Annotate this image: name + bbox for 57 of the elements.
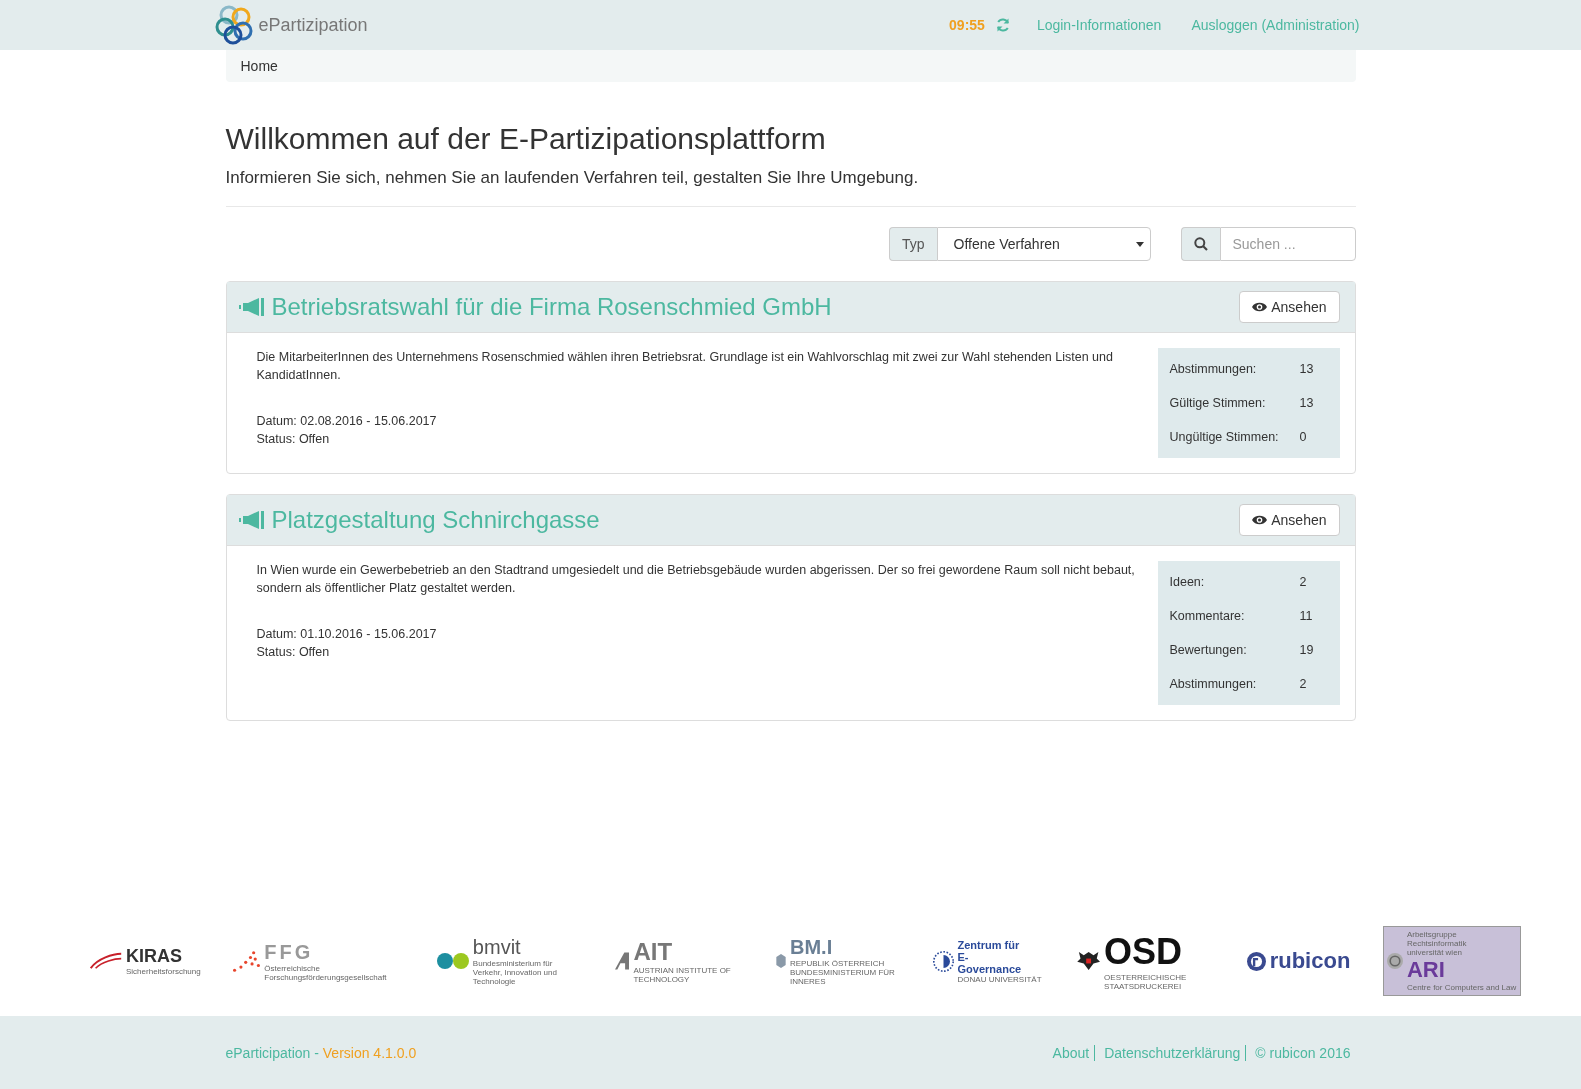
circles-logo-icon xyxy=(214,5,255,45)
emblem-icon xyxy=(615,952,630,970)
page-title: Willkommen auf der E-Partizipationsplattform xyxy=(225,122,827,156)
brand-link[interactable]: ePartizipation xyxy=(258,14,368,36)
partner-logo[interactable]: rubicon xyxy=(1246,948,1351,974)
eye-icon xyxy=(1252,515,1268,525)
emblem-icon xyxy=(436,953,469,969)
emblem-icon xyxy=(90,952,122,970)
partner-logo[interactable]: bmvit Bundesministerium für Verkehr, Innovation und Technologie xyxy=(436,936,583,986)
stat-value: 2 xyxy=(1299,677,1308,691)
stat-label: Ideen: xyxy=(1169,575,1205,589)
stat-label: Abstimmungen: xyxy=(1169,677,1257,691)
stat-label: Abstimmungen: xyxy=(1169,362,1257,376)
search-icon xyxy=(1193,237,1208,251)
stat-value: 0 xyxy=(1299,430,1308,444)
view-button[interactable]: Ansehen xyxy=(1239,291,1340,323)
stat-value: 11 xyxy=(1299,609,1314,623)
stat-value: 2 xyxy=(1299,575,1308,589)
partner-logo[interactable]: BM.I REPUBLIK ÖSTERREICH BUNDESMINISTERIUM FÜR INNERES xyxy=(775,936,900,986)
stat-label: Kommentare: xyxy=(1169,609,1245,623)
procedure-date: Datum: 01.10.2016 - 15.06.2017 xyxy=(256,626,438,643)
procedure-description: Die MitarbeiterInnen des Unternehmens Rosenschmied wählen ihren Betriebsrat. Grundlage ist ein Wahlvorschlag mit zwei zur Wahl stehenden Listen und KandidatInnen. xyxy=(256,349,1114,384)
app-name: eParticipation - xyxy=(225,1044,320,1061)
emblem-icon xyxy=(233,950,261,972)
view-button[interactable]: Ansehen xyxy=(1239,504,1340,536)
session-timer: 09:55 xyxy=(949,17,985,33)
stat-label: Gültige Stimmen: xyxy=(1169,396,1266,410)
procedure-status: Status: Offen xyxy=(256,644,331,661)
partner-logo[interactable]: FFG Österreichische Forschungsförderungsgesellschaft xyxy=(233,940,405,982)
partner-logo[interactable]: AIT AUSTRIAN INSTITUTE OF TECHNOLOGY xyxy=(615,938,744,984)
procedure-description: In Wien wurde ein Gewerbebetrieb an den Stadtrand umgesiedelt und die Betriebsgebäude wurden abgerissen. Der so frei gewordene Raum soll nicht bebaut, sondern als öffentlicher Platz gestaltet werden. xyxy=(256,562,1136,597)
partner-logo[interactable]: Zentrum für E-Governance DONAU UNIVERSITÄT xyxy=(932,938,1042,984)
stat-value: 13 xyxy=(1299,362,1315,376)
procedure-date: Datum: 02.08.2016 - 15.06.2017 xyxy=(256,413,438,430)
version-text: Version 4.1.0.0 xyxy=(322,1044,417,1061)
caret-icon xyxy=(1135,241,1144,247)
type-dropdown[interactable]: Offene Verfahren xyxy=(936,227,1151,261)
refresh-icon xyxy=(994,17,1011,33)
procedure-status: Status: Offen xyxy=(256,431,331,448)
emblem-icon xyxy=(932,950,954,972)
type-label: Typ xyxy=(888,227,937,261)
partner-logo[interactable]: Arbeitsgruppe Rechtsinformatik universität wien ARI Centre for Computers and Law xyxy=(1382,926,1521,996)
breadcrumb-link[interactable]: Home xyxy=(240,58,278,74)
partner-logo[interactable]: OSD OESTERREICHISCHE STAATSDRUCKEREI xyxy=(1074,931,1215,991)
emblem-icon xyxy=(1246,951,1266,971)
stat-label: Ungültige Stimmen: xyxy=(1169,430,1279,444)
stat-label: Bewertungen: xyxy=(1169,643,1247,657)
eye-icon xyxy=(1252,302,1268,312)
stat-value: 13 xyxy=(1299,396,1315,410)
partner-logo[interactable]: KIRAS Sicherheitsforschung xyxy=(90,946,201,976)
page-subtitle: Informieren Sie sich, nehmen Sie an laufenden Verfahren teil, gestalten Sie Ihre Umgebung. xyxy=(225,168,920,188)
megaphone-icon xyxy=(238,511,265,529)
megaphone-icon xyxy=(238,298,265,316)
stat-value: 19 xyxy=(1299,643,1315,657)
emblem-icon xyxy=(1386,953,1403,969)
emblem-icon xyxy=(775,954,786,968)
search-field[interactable]: Suchen ... xyxy=(1219,227,1356,261)
